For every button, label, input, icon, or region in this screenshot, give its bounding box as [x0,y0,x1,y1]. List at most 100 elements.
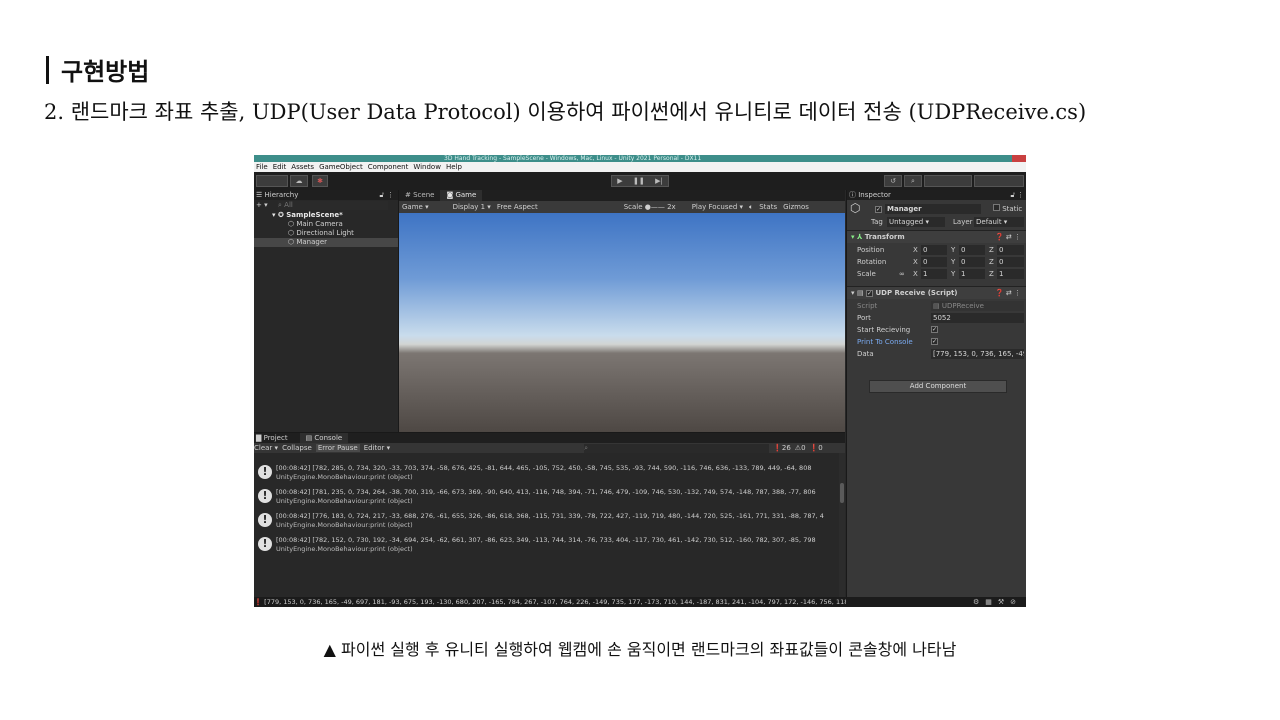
layers-dropdown[interactable] [924,175,972,187]
menu-file[interactable]: File [256,162,268,172]
rotation-z[interactable]: 0 [997,257,1024,267]
search-icon[interactable]: ⌕ [904,175,922,187]
log-entry[interactable]: ! [00:08:42] [782, 285, 0, 734, 320, -33… [254,461,839,485]
menu-component[interactable]: Component [368,162,409,172]
add-component-button[interactable]: Add Component [869,380,1007,393]
menu-assets[interactable]: Assets [291,162,314,172]
cloud-icon[interactable]: ☁ [290,175,308,187]
error-icon: ❗ [809,444,819,452]
log-count-toggle[interactable]: ❗26 [773,444,791,452]
tag-dropdown[interactable]: Untagged ▾ [887,217,945,227]
inspector-header: ⓘ Inspector 🔓︎ ⋮ [847,190,1026,200]
tab-project[interactable]: ▇ Project [256,433,288,443]
error-count-toggle[interactable]: ❗0 [810,444,823,452]
play-mode-dropdown[interactable]: Play Focused ▾ [692,203,743,211]
hierarchy-item-camera[interactable]: ⬡ Main Camera [288,220,343,229]
tab-game[interactable]: ◙ Game [440,190,483,201]
hierarchy-search-input[interactable]: ⌕ All [278,201,388,210]
create-button[interactable]: + ▾ [256,201,268,210]
tab-console[interactable]: ▤ Console [299,433,349,443]
display-dropdown[interactable]: Display 1 ▾ [453,203,491,211]
lock-icon[interactable]: 🔓︎ [379,190,384,200]
game-mode-dropdown[interactable]: Game ▾ [402,203,429,211]
search-icon: ⌕ [584,443,589,452]
editor-dropdown[interactable]: Editor ▾ [364,444,390,452]
info-icon: ! [258,513,272,527]
rotation-label: Rotation [857,258,887,266]
collapse-button[interactable]: Collapse [282,444,312,452]
more-icon[interactable]: ⋮ [1017,190,1024,200]
position-z[interactable]: 0 [997,245,1024,255]
scale-z[interactable]: 1 [997,269,1024,279]
scene-root[interactable]: ▾ ✪ SampleScene* [272,211,343,220]
log-entry[interactable]: ! [00:08:42] [776, 183, 0, 724, 217, -33… [254,509,839,533]
info-icon: ❗ [254,598,263,606]
error-pause-button[interactable]: Error Pause [315,444,360,452]
rotation-y[interactable]: 0 [959,257,985,267]
info-icon: ! [258,489,272,503]
link-icon[interactable]: ∞ [899,269,905,279]
console-scrollbar[interactable] [839,453,845,598]
status-bar-icons: ⚙▦⚒⊘ [846,597,1026,607]
hierarchy-item-light[interactable]: ⬡ Directional Light [288,229,354,238]
port-label: Port [857,314,871,322]
scale-y[interactable]: 1 [959,269,985,279]
pause-button[interactable]: ❚❚ [633,177,645,185]
port-field[interactable]: 5052 [931,313,1024,323]
scrollbar-thumb[interactable] [840,483,844,503]
console-toolbar: Clear ▾ Collapse Error Pause Editor ▾ ⌕ … [254,443,845,453]
script-field: ▤ UDPReceive [931,301,1024,311]
object-name-field[interactable]: Manager [885,204,981,214]
collab-icon[interactable]: ✱ [312,175,328,187]
console-panel: ▇ Project ▤ Console Clear ▾ Collapse Err… [254,432,845,598]
status-icons[interactable]: ⚙▦⚒⊘ [973,597,1022,607]
heading-text: 구현방법 [61,57,150,86]
history-icon[interactable]: ↺ [884,175,902,187]
warning-count-toggle[interactable]: ⚠0 [795,444,806,452]
game-viewport[interactable] [399,213,845,432]
account-dropdown[interactable] [256,175,288,187]
gizmos-dropdown[interactable]: Gizmos [783,203,809,211]
menu-window[interactable]: Window [413,162,441,172]
print-to-console-label: Print To Console [857,338,913,346]
menu-gameobject[interactable]: GameObject [319,162,363,172]
static-checkbox [993,204,1000,211]
scale-x[interactable]: 1 [921,269,947,279]
log-message: [00:08:42] [782, 285, 0, 734, 320, -33, … [276,464,812,472]
clear-button[interactable]: Clear ▾ [254,444,278,452]
print-to-console-checkbox[interactable]: ✓ [931,338,938,345]
layer-dropdown[interactable]: Default ▾ [974,217,1024,227]
active-checkbox[interactable]: ✓ [875,206,882,213]
menu-edit[interactable]: Edit [273,162,287,172]
position-y[interactable]: 0 [959,245,985,255]
scale-slider[interactable]: Scale ●—— 2x [624,203,676,211]
data-field[interactable]: [779, 153, 0, 736, 165, -49, [931,349,1024,359]
log-entry[interactable]: ! [00:08:42] [782, 152, 0, 730, 192, -34… [254,533,839,557]
position-x[interactable]: 0 [921,245,947,255]
layout-dropdown[interactable] [974,175,1024,187]
transform-header[interactable]: ▾ ⅄ Transform ❓ ⇄ ⋮ [847,230,1026,243]
hierarchy-title: Hierarchy [264,191,299,199]
close-button[interactable] [1012,155,1026,162]
console-search-input[interactable]: ⌕ [584,443,770,453]
step-button[interactable]: ▶| [655,177,663,185]
more-icon[interactable]: ⋮ [387,190,394,200]
menu-help[interactable]: Help [446,162,462,172]
aspect-dropdown[interactable]: Free Aspect [497,203,538,211]
static-toggle[interactable]: Static [993,204,1022,214]
log-entry[interactable]: ! [00:08:42] [781, 235, 0, 734, 264, -38… [254,485,839,509]
lock-icon[interactable]: 🔓︎ [1010,190,1015,200]
tab-scene[interactable]: # Scene [399,190,440,201]
component-menu-icon[interactable]: ❓ ⇄ ⋮ [995,231,1021,243]
udp-receive-header[interactable]: ▾ ▤ ✓ UDP Receive (Script) ❓ ⇄ ⋮ [847,286,1026,299]
rotation-x[interactable]: 0 [921,257,947,267]
transform-icon: ▾ ⅄ [851,233,865,241]
stats-button[interactable]: Stats [759,203,777,211]
hierarchy-item-manager[interactable]: ⬡ Manager [254,238,398,247]
component-menu-icon[interactable]: ❓ ⇄ ⋮ [995,287,1021,299]
play-button[interactable]: ▶ [617,177,622,185]
mute-icon[interactable]: 🔈︎ [749,203,753,212]
script-enabled-checkbox[interactable]: ✓ [866,290,874,297]
log-source: UnityEngine.MonoBehaviour:print (object) [276,473,413,481]
start-recieving-checkbox[interactable]: ✓ [931,326,938,333]
